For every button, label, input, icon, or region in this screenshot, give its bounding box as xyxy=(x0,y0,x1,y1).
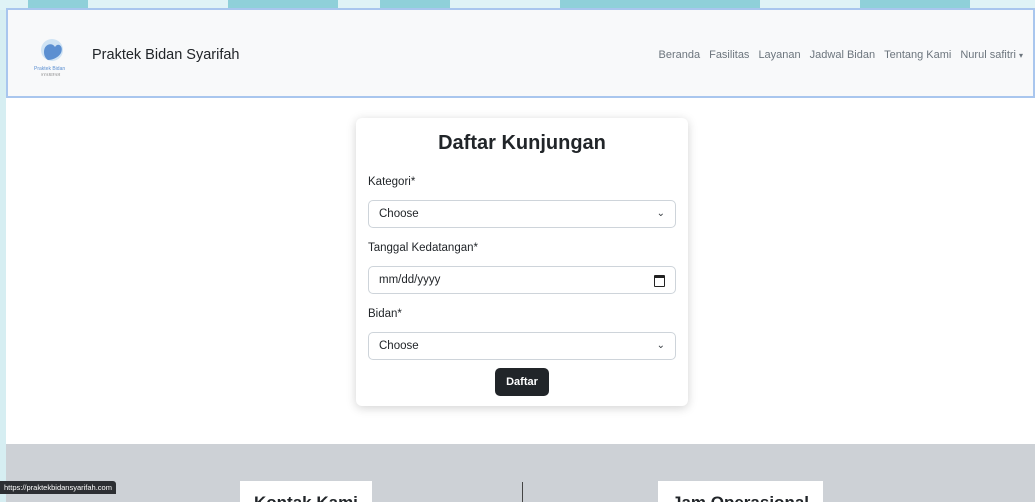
nav-item-jadwal-bidan[interactable]: Jadwal Bidan xyxy=(810,49,875,61)
chevron-down-icon: ⌄ xyxy=(656,340,665,351)
nav-item-fasilitas[interactable]: Fasilitas xyxy=(709,49,749,61)
jam-operasional-heading: Jam Operasional xyxy=(658,481,824,502)
kategori-label: Kategori* xyxy=(368,176,416,188)
tanggal-input[interactable]: mm/dd/yyyy xyxy=(368,266,676,294)
tanggal-placeholder: mm/dd/yyyy xyxy=(379,274,441,286)
brand-logo[interactable]: Praktek Bidan SYARIFAH xyxy=(30,34,74,78)
calendar-icon[interactable] xyxy=(654,275,665,287)
bidan-value: Choose xyxy=(379,340,419,352)
form-title: Daftar Kunjungan xyxy=(438,132,606,154)
nav-menu: Beranda Fasilitas Layanan Jadwal Bidan T… xyxy=(659,49,1024,61)
status-bar-url: https://praktekbidansyarifah.com xyxy=(0,481,116,494)
nav-item-beranda[interactable]: Beranda xyxy=(659,49,701,61)
footer: Kontak Kami Jam Operasional xyxy=(6,444,1035,502)
registration-card: Daftar Kunjungan Kategori* Choose ⌄ Tang… xyxy=(356,118,688,406)
brand-name[interactable]: Praktek Bidan Syarifah xyxy=(92,47,240,63)
footer-divider xyxy=(522,482,523,502)
navbar: Praktek Bidan SYARIFAH Praktek Bidan Sya… xyxy=(6,8,1035,98)
caret-down-icon: ▾ xyxy=(1018,51,1023,60)
chevron-down-icon: ⌄ xyxy=(656,208,665,219)
tanggal-label: Tanggal Kedatangan* xyxy=(368,242,478,254)
bidan-label: Bidan* xyxy=(368,308,402,320)
nav-item-layanan[interactable]: Layanan xyxy=(758,49,800,61)
nav-item-tentang-kami[interactable]: Tentang Kami xyxy=(884,49,951,61)
daftar-button[interactable]: Daftar xyxy=(495,368,549,396)
page: Praktek Bidan SYARIFAH Praktek Bidan Sya… xyxy=(6,8,1035,502)
logo-subtext: SYARIFAH xyxy=(41,72,60,77)
kontak-kami-heading: Kontak Kami xyxy=(240,481,372,502)
kategori-select[interactable]: Choose ⌄ xyxy=(368,200,676,228)
user-name: Nurul safitri xyxy=(960,49,1016,61)
bidan-select[interactable]: Choose ⌄ xyxy=(368,332,676,360)
user-menu[interactable]: Nurul safitri ▾ xyxy=(960,49,1023,61)
kategori-value: Choose xyxy=(379,208,419,220)
